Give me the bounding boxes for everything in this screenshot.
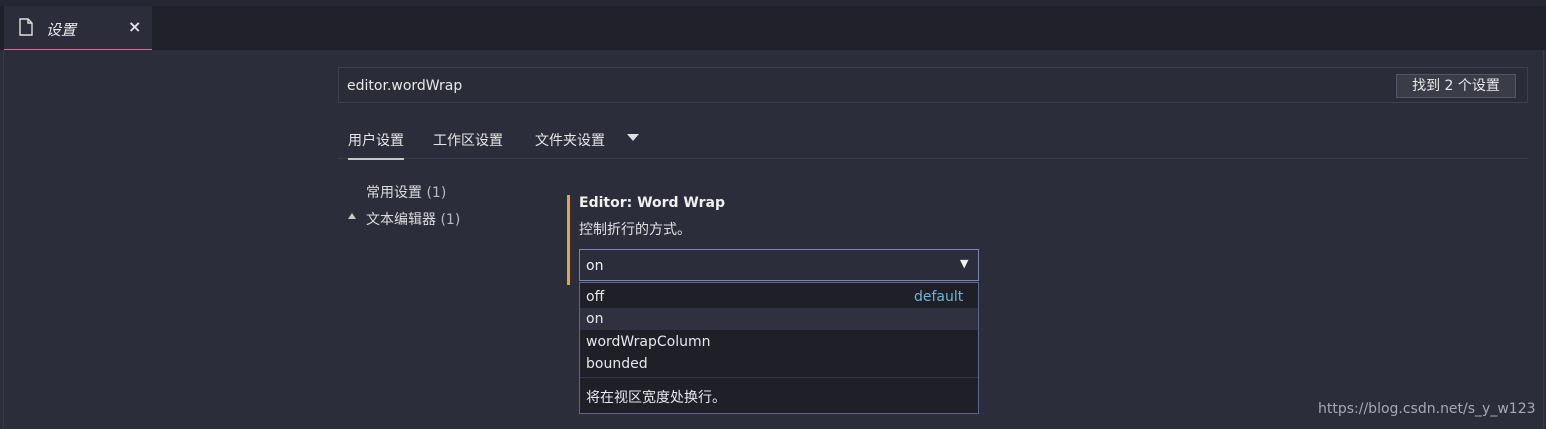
search-result-count-badge: 找到 2 个设置 — [1396, 74, 1516, 98]
tab-label: 设置 — [46, 21, 77, 39]
option-label: bounded — [586, 356, 648, 372]
tab-settings[interactable]: 设置 × — [4, 6, 152, 50]
dropdown-arrow-icon[interactable]: ▼ — [960, 257, 968, 270]
select-current-value: on — [586, 258, 604, 274]
tab-user-settings[interactable]: 用户设置 — [348, 130, 404, 160]
option-label: wordWrapColumn — [586, 334, 711, 350]
tab-workspace-settings[interactable]: 工作区设置 — [433, 130, 503, 150]
dropdown-divider — [580, 377, 978, 378]
editor-tab-bar — [0, 6, 1546, 50]
tab-folder-settings[interactable]: 文件夹设置 — [535, 130, 605, 150]
toc-item-count: (1) — [440, 212, 461, 228]
modified-indicator — [567, 195, 570, 285]
option-bounded[interactable]: bounded — [580, 353, 978, 375]
toc-item-label: 文本编辑器 — [366, 212, 436, 228]
default-tag: default — [914, 289, 964, 305]
document-icon — [19, 18, 33, 36]
collapse-triangle-icon[interactable] — [348, 213, 356, 219]
toc-item-label: 常用设置 — [366, 185, 422, 201]
toc-item-common[interactable]: 常用设置 (1) — [366, 182, 446, 202]
close-icon[interactable]: × — [128, 17, 141, 36]
setting-description: 控制折行的方式。 — [579, 222, 691, 238]
settings-search-input[interactable] — [345, 75, 1349, 97]
settings-scope-tabs: 用户设置 工作区设置 文件夹设置 — [338, 118, 1528, 160]
toc-item-text-editor[interactable]: 文本编辑器 (1) — [366, 209, 460, 229]
left-divider — [3, 50, 4, 429]
chevron-down-icon[interactable] — [627, 134, 639, 141]
option-wordwrapcolumn[interactable]: wordWrapColumn — [580, 331, 978, 353]
settings-search-box[interactable]: 找到 2 个设置 — [338, 67, 1528, 103]
toc-item-count: (1) — [426, 185, 447, 201]
word-wrap-options-list: off default on wordWrapColumn bounded 将在… — [579, 282, 979, 414]
option-label: on — [586, 311, 604, 327]
setting-title: Editor: Word Wrap — [579, 195, 726, 211]
watermark-text: https://blog.csdn.net/s_y_w123 — [1318, 401, 1536, 417]
word-wrap-select[interactable]: on ▼ — [579, 249, 979, 281]
right-divider — [1543, 50, 1544, 429]
option-on[interactable]: on — [580, 308, 978, 330]
option-description: 将在视区宽度处换行。 — [586, 390, 726, 406]
option-off[interactable]: off default — [580, 286, 978, 308]
option-label: off — [586, 289, 605, 305]
